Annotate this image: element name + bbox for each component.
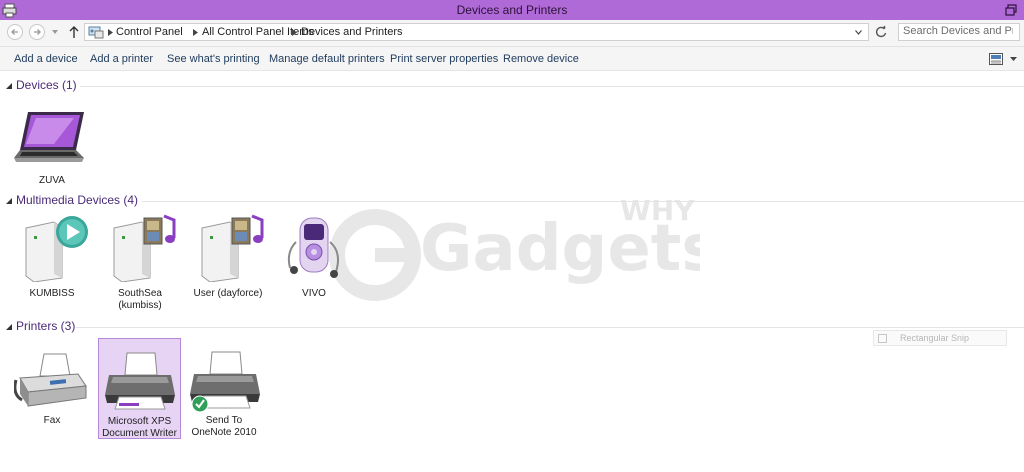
group-title: Devices (1) [16,78,77,92]
restore-button[interactable] [1004,3,1018,17]
printer-label: Fax [43,415,61,426]
group-title: Printers (3) [16,319,76,333]
device-item-zuva[interactable]: ZUVA [12,108,92,188]
navigation-bar: Control Panel All Control Panel Items De… [0,20,1024,47]
search-box[interactable] [898,23,1020,41]
view-options-dropdown[interactable] [1010,57,1017,61]
group-divider [80,86,1024,87]
remove-device-button[interactable]: Remove device [503,53,579,65]
group-divider [142,201,1024,202]
snip-icon [878,334,887,343]
media-server-icon [113,214,176,282]
fax-icon [14,353,87,407]
forward-button[interactable] [29,24,45,40]
command-bar: Add a device Add a printer See what's pr… [0,47,1024,71]
device-item-kumbiss[interactable]: KUMBISS [14,212,90,302]
group-title: Multimedia Devices (4) [16,193,139,207]
change-view-icon[interactable] [989,53,1003,65]
printer-label: Send To OneNote 2010 [191,415,257,438]
rectangular-snip-button[interactable]: Rectangular Snip [873,330,1007,346]
printer-label: Microsoft XPS Document Writer [102,416,177,439]
recent-locations-dropdown[interactable] [52,30,58,34]
back-button[interactable] [7,24,23,40]
breadcrumb-control-panel[interactable]: Control Panel [116,26,183,38]
device-label: ZUVA [39,175,65,186]
chevron-down-icon[interactable] [855,30,862,35]
device-item-user-dayforce[interactable]: User (dayforce) [188,212,268,302]
manage-default-printers-button[interactable]: Manage default printers [269,53,385,65]
window-title: Devices and Printers [456,3,568,17]
snip-label: Rectangular Snip [900,333,970,343]
device-label: KUMBISS [29,288,75,299]
media-server-icon [201,214,264,282]
group-header-devices[interactable]: Devices (1) [0,78,1024,94]
breadcrumb-separator-icon [108,29,113,36]
back-arrow-icon [11,29,18,35]
laptop-icon [14,112,84,162]
add-printer-button[interactable]: Add a printer [90,53,153,65]
group-header-printers[interactable]: Printers (3) [0,319,1024,335]
collapse-triangle-icon[interactable] [6,198,12,204]
breadcrumb-devices-printers[interactable]: Devices and Printers [301,26,403,38]
watermark-text: Gadgets [420,212,700,286]
device-label: SouthSea (kumbiss) [118,288,162,311]
printer-icon [105,352,175,410]
breadcrumb-separator-icon [193,29,198,36]
see-whats-printing-button[interactable]: See what's printing [167,53,260,65]
add-device-button[interactable]: Add a device [14,53,78,65]
search-input[interactable] [899,24,1017,38]
device-item-southsea[interactable]: SouthSea (kumbiss) [100,212,180,312]
device-item-vivo[interactable]: VIVO [276,212,352,302]
media-player-icon [287,217,339,278]
device-label: VIVO [302,288,326,299]
device-label: User (dayforce) [193,288,263,299]
control-panel-icon [88,26,104,39]
collapse-triangle-icon[interactable] [6,324,12,330]
print-server-properties-button[interactable]: Print server properties [390,53,498,65]
collapse-triangle-icon[interactable] [6,83,12,89]
title-bar: Devices and Printers [0,0,1024,20]
up-arrow-icon[interactable] [68,25,80,39]
address-bar[interactable]: Control Panel All Control Panel Items De… [84,23,869,41]
watermark-logo: Gadgets WHY [329,194,700,301]
group-divider [76,327,1024,328]
printer-item-microsoft-xps[interactable]: Microsoft XPS Document Writer [98,338,181,439]
music-note-icon [251,214,264,238]
breadcrumb-separator-icon [292,29,297,36]
printer-icon [190,351,260,412]
forward-arrow-icon [34,29,41,35]
media-server-icon [25,216,88,282]
printer-item-fax[interactable]: Fax [12,350,92,430]
group-header-multimedia[interactable]: Multimedia Devices (4) [0,193,1024,209]
breadcrumb-all-items[interactable]: All Control Panel Items [202,26,314,38]
music-note-icon [163,214,176,238]
printer-item-send-to-onenote[interactable]: Send To OneNote 2010 [186,350,262,440]
refresh-icon[interactable] [873,24,889,40]
